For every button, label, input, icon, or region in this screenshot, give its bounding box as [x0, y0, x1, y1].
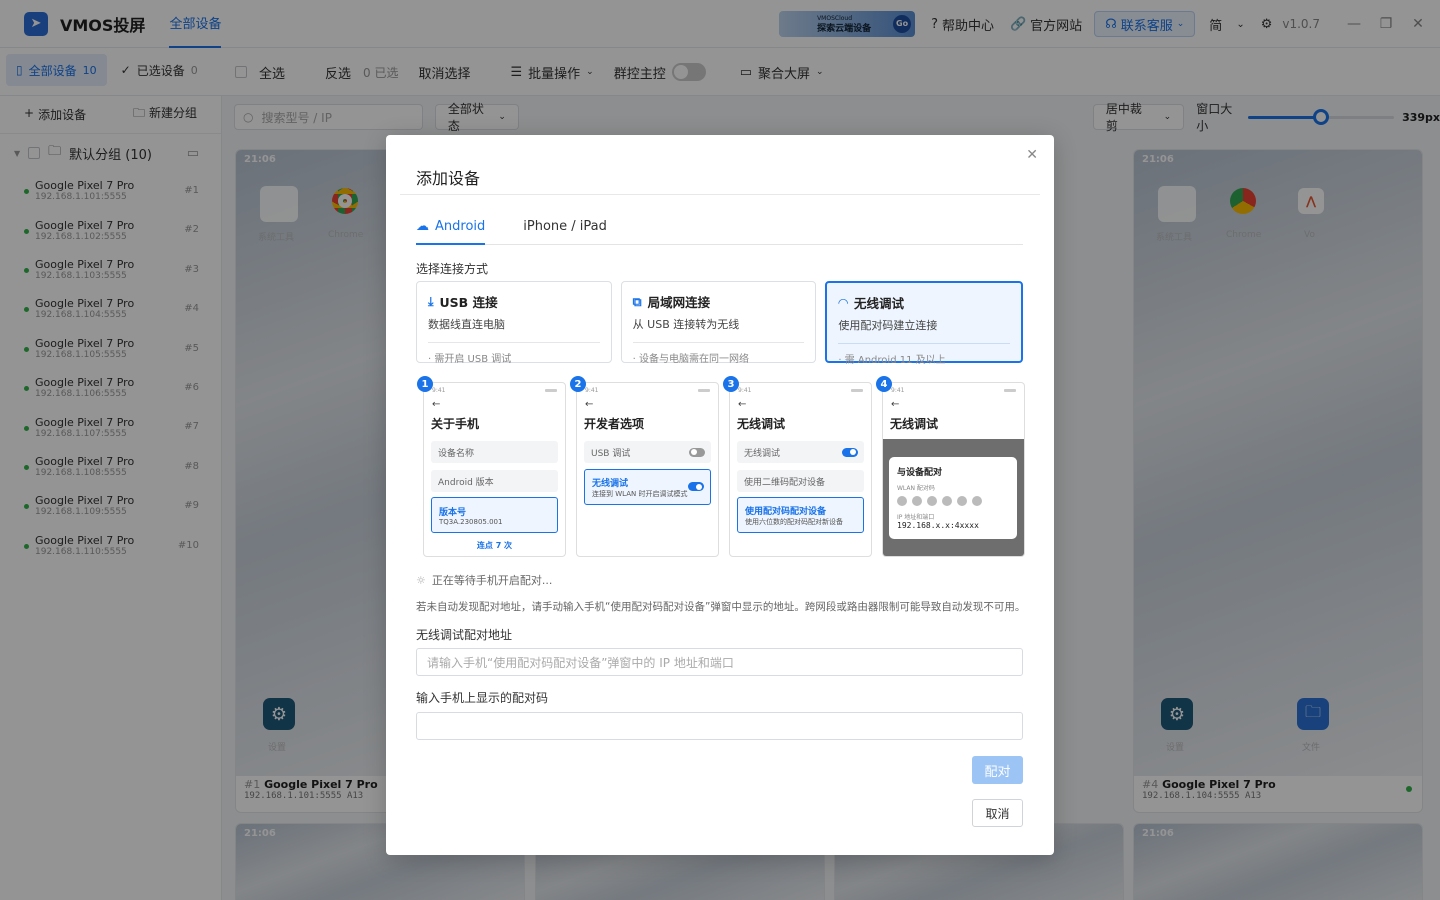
tap-hint: 连点 7 次: [476, 541, 513, 550]
wifi-icon: ◠: [838, 295, 848, 310]
toggle-on: [842, 447, 858, 457]
code-label: 输入手机上显示的配对码: [416, 691, 549, 705]
pop-addr-label: IP 地址和端口: [897, 514, 935, 521]
toggle-on: [688, 482, 704, 491]
step-highlight: 无线调试 连接到 WLAN 时开启调试模式: [584, 469, 711, 505]
phone-time: 9:41: [432, 387, 446, 394]
hl-sub: 连接到 WLAN 时开启调试模式: [592, 489, 688, 498]
method-lan[interactable]: ⧉ 局域网连接 从 USB 连接转为无线 · 设备与电脑需在同一网络: [620, 281, 817, 365]
step-row: USB 调试: [584, 441, 711, 463]
pair-code-input[interactable]: [416, 712, 1023, 740]
back-arrow-icon: ←: [738, 399, 747, 410]
method-title: 局域网连接: [647, 295, 711, 310]
method-desc: 数据线直连电脑: [428, 318, 505, 331]
phone-time: 9:41: [585, 387, 599, 394]
waiting-text: 正在等待手机开启配对...: [431, 574, 553, 587]
hl-sub: 使用六位数的配对码配对新设备: [745, 517, 843, 526]
step-title: 关于手机: [431, 417, 480, 431]
waiting-status: ☼ 正在等待手机开启配对...: [416, 572, 552, 588]
hint-text: 若未自动发现配对地址，请手动输入手机“使用配对码配对设备”弹窗中显示的地址。跨网…: [416, 601, 1026, 613]
android-icon: ☁: [416, 219, 429, 234]
step-badge: 1: [417, 376, 433, 392]
spinner-icon: ☼: [416, 573, 426, 587]
pop-addr: 192.168.x.x:4xxxx: [897, 521, 979, 530]
phone-time: 9:41: [891, 387, 905, 394]
divider: [400, 194, 1040, 195]
step-1-card: 9:41 ← 关于手机 设备名称 Android 版本 版本号 TQ3A.2308…: [423, 382, 566, 557]
step-badge: 2: [570, 376, 586, 392]
phone-time: 9:41: [738, 387, 752, 394]
step-row: 使用二维码配对设备: [737, 470, 864, 492]
method-usb[interactable]: ⤓ USB 连接 数据线直连电脑 · 需开启 USB 调试: [416, 281, 612, 365]
step-title: 开发者选项: [584, 417, 645, 431]
tab-ios[interactable]: iPhone / iPad: [517, 219, 607, 245]
add-device-dialog: 添加设备 ✕ ☁ Android iPhone / iPad 选择连接方式 ⤓ US…: [386, 135, 1054, 855]
step-highlight: 版本号 TQ3A.230805.001: [431, 497, 558, 533]
hl-sub: TQ3A.230805.001: [439, 517, 503, 526]
platform-tabs: ☁ Android iPhone / iPad: [416, 219, 1023, 245]
method-title: 无线调试: [853, 296, 904, 311]
method-wireless[interactable]: ◠ 无线调试 使用配对码建立连接 · 需 Android 11 及以上: [825, 281, 1024, 366]
hl-title: 使用配对码配对设备: [745, 506, 827, 517]
tab-android[interactable]: ☁ Android: [416, 219, 486, 245]
addr-placeholder: 请输入手机“使用配对码配对设备”弹窗中的 IP 地址和端口: [427, 655, 734, 670]
step-4-card: 9:41 ← 无线调试 与设备配对 WLAN 配对码 IP 地址和端口 192.…: [882, 382, 1025, 557]
pair-address-input[interactable]: 请输入手机“使用配对码配对设备”弹窗中的 IP 地址和端口: [416, 648, 1023, 676]
hl-title: 版本号: [439, 507, 467, 518]
step-title: 无线调试: [737, 417, 786, 431]
back-arrow-icon: ←: [432, 399, 441, 410]
step-highlight: 使用配对码配对设备 使用六位数的配对码配对新设备: [737, 497, 864, 533]
step-2-card: 9:41 ← 开发者选项 USB 调试 无线调试 连接到 WLAN 时开启调试模式: [576, 382, 719, 557]
step-row: 设备名称: [431, 441, 558, 463]
pop-title: 与设备配对: [897, 468, 943, 478]
cancel-button[interactable]: 取消: [972, 799, 1023, 827]
wireless-steps: 1 9:41 ← 关于手机 设备名称 Android 版本 版本号 TQ3A.23…: [417, 376, 1025, 557]
back-arrow-icon: ←: [891, 399, 900, 410]
addr-label: 无线调试配对地址: [416, 628, 513, 642]
method-note: 需开启 USB 调试: [434, 354, 512, 365]
row-label: 无线调试: [744, 448, 781, 459]
hl-title: 无线调试: [592, 478, 629, 489]
method-desc: 从 USB 连接转为无线: [632, 318, 740, 331]
tab-android-label: Android: [435, 219, 486, 234]
method-title: USB 连接: [439, 295, 498, 310]
method-note: 需 Android 11 及以上: [844, 355, 946, 366]
step-badge: 3: [723, 376, 739, 392]
step-row: Android 版本: [431, 470, 558, 492]
method-label: 选择连接方式: [416, 262, 489, 276]
step-badge: 4: [876, 376, 892, 392]
network-icon: ⧉: [632, 293, 642, 309]
tab-ios-label: iPhone / iPad: [523, 219, 607, 234]
step-3-card: 9:41 ← 无线调试 无线调试 使用二维码配对设备 使用配对码配对设备 使用六位…: [729, 382, 872, 557]
back-arrow-icon: ←: [585, 399, 594, 410]
pop-sub: WLAN 配对码: [897, 485, 935, 492]
pair-popup: 与设备配对 WLAN 配对码 IP 地址和端口 192.168.x.x:4xxx…: [889, 457, 1017, 539]
dialog-title: 添加设备: [416, 169, 481, 188]
step-title: 无线调试: [890, 417, 939, 431]
row-label: USB 调试: [591, 448, 631, 459]
code-dots: [897, 496, 1009, 506]
method-desc: 使用配对码建立连接: [838, 319, 938, 332]
pair-button[interactable]: 配对: [972, 756, 1023, 784]
step-row: 无线调试: [737, 441, 864, 463]
method-note: 设备与电脑需在同一网络: [639, 354, 750, 365]
download-icon: ⤓: [428, 293, 434, 309]
close-icon[interactable]: ✕: [1026, 147, 1038, 163]
toggle-off: [689, 447, 705, 457]
